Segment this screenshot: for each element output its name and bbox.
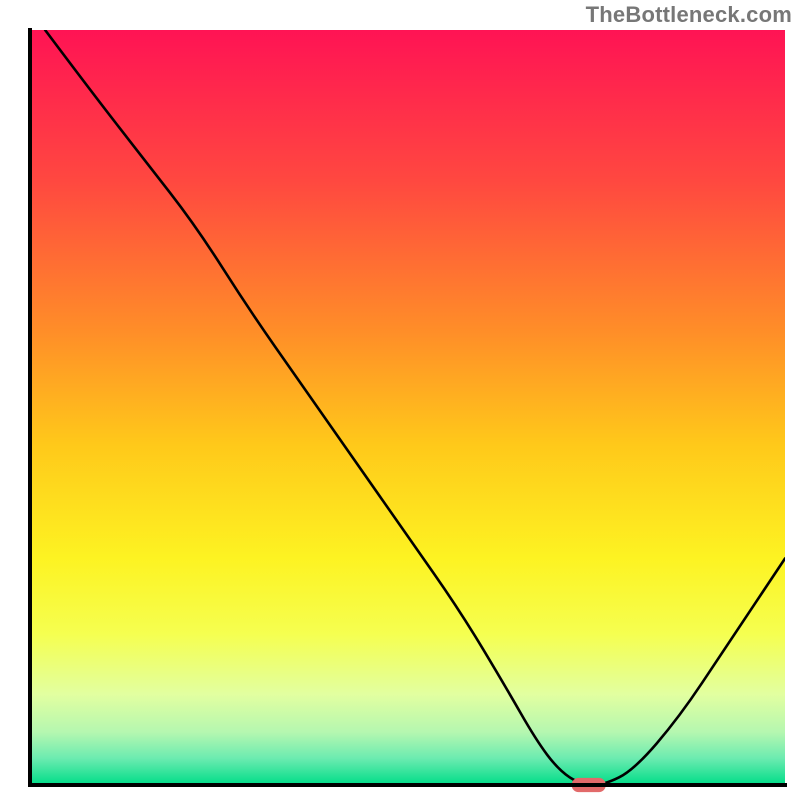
chart-svg [0,0,800,800]
watermark-text: TheBottleneck.com [586,2,792,28]
chart-container: TheBottleneck.com [0,0,800,800]
gradient-background [30,30,785,785]
